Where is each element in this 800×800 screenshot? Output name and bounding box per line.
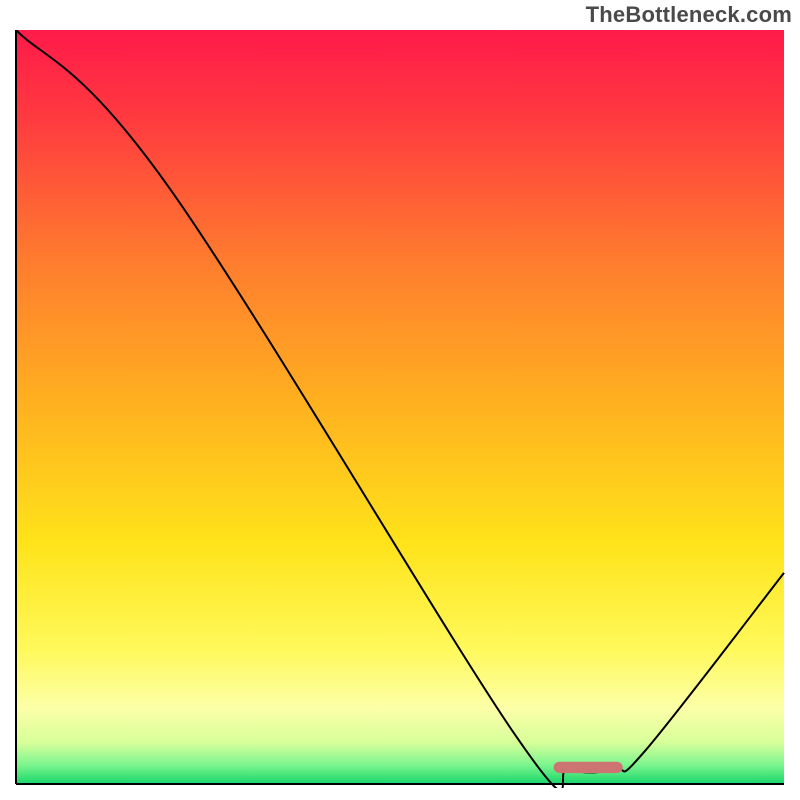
chart-svg — [14, 30, 786, 788]
marker-group — [554, 762, 623, 773]
plot-area — [14, 30, 786, 788]
optimal-range-bar — [554, 762, 623, 773]
chart-container: TheBottleneck.com — [0, 0, 800, 800]
gradient-background — [16, 30, 784, 784]
watermark-label: TheBottleneck.com — [586, 2, 792, 28]
